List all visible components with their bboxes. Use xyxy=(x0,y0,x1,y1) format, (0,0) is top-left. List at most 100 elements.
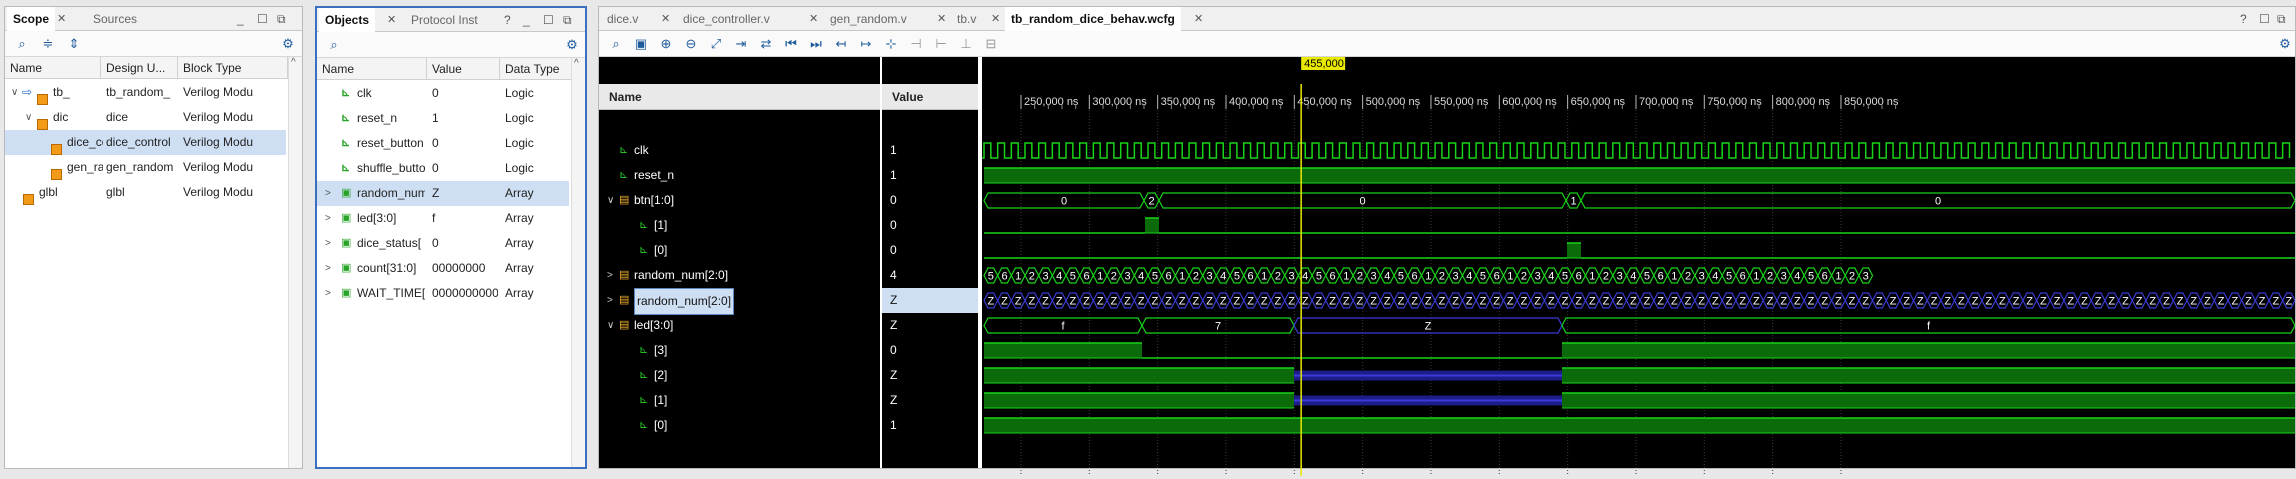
object-row[interactable]: ⊾clk0Logic xyxy=(317,81,569,106)
col-design-unit[interactable]: Design U... xyxy=(101,57,178,79)
object-row[interactable]: ⊾reset_n1Logic xyxy=(317,106,569,131)
scope-row[interactable]: ∨⇨tb_tb_random_Verilog Modu xyxy=(5,80,286,105)
snap-icon[interactable]: ⊟ xyxy=(982,35,1000,53)
object-row[interactable]: >▣count[31:0]00000000Array xyxy=(317,256,569,281)
gear-icon[interactable]: ⚙ xyxy=(563,36,581,54)
tab-tb-random-dice-behav-wcfg[interactable]: tb_random_dice_behav.wcfg xyxy=(1005,7,1181,31)
gear-icon[interactable]: ⚙ xyxy=(2276,35,2294,53)
tab-tb-v[interactable]: tb.v xyxy=(951,7,982,31)
object-row[interactable]: ⊾reset_button0Logic xyxy=(317,131,569,156)
search-icon[interactable]: ⌕ xyxy=(13,35,31,53)
search-icon[interactable]: ⌕ xyxy=(325,36,343,54)
chevron-right-icon[interactable]: > xyxy=(325,231,331,256)
signal-row[interactable]: ∨▤btn[1:0] xyxy=(599,188,880,213)
chevron-icon[interactable]: ∨ xyxy=(25,105,32,130)
chevron-right-icon[interactable]: > xyxy=(325,256,331,281)
signal-row[interactable]: >▤random_num[2:0] xyxy=(599,288,880,313)
chevron-right-icon[interactable]: > xyxy=(325,281,331,306)
tab-sources[interactable]: Sources xyxy=(87,7,143,31)
tab-dice-controller-v[interactable]: dice_controller.v xyxy=(677,7,776,31)
chevron-right-icon[interactable]: > xyxy=(325,181,331,206)
previous-marker-icon[interactable]: ⊣ xyxy=(907,35,925,53)
restore-icon[interactable]: ☐ xyxy=(543,8,554,32)
chevron-icon[interactable]: > xyxy=(607,288,613,313)
zoom-in-icon[interactable]: ⊕ xyxy=(657,35,675,53)
gear-icon[interactable]: ⚙ xyxy=(279,35,297,53)
col-value[interactable]: Value xyxy=(427,58,500,80)
random-num-z-bus-label: Z xyxy=(1739,296,1746,308)
save-icon[interactable]: ▣ xyxy=(632,35,650,53)
maximize-icon[interactable]: ⧉ xyxy=(563,8,572,32)
object-name: led[3:0] xyxy=(357,206,425,231)
scope-row[interactable]: dice_controldice_controlVerilog Modu xyxy=(5,130,286,155)
col-name[interactable]: Name xyxy=(317,58,427,80)
go-to-end-icon[interactable]: ⏭ xyxy=(807,35,825,53)
help-icon[interactable]: ? xyxy=(2240,7,2247,31)
scope-row[interactable]: ∨dicdiceVerilog Modu xyxy=(5,105,286,130)
signal-row[interactable]: ⊾[1] xyxy=(599,388,880,413)
next-marker-icon[interactable]: ⊢ xyxy=(932,35,950,53)
swap-cursors-icon[interactable]: ⇄ xyxy=(757,35,775,53)
restore-icon[interactable]: ☐ xyxy=(257,7,268,31)
zoom-out-icon[interactable]: ⊖ xyxy=(682,35,700,53)
signal-row[interactable]: ⊾[2] xyxy=(599,363,880,388)
close-icon[interactable]: ✕ xyxy=(387,8,396,32)
close-icon[interactable]: ✕ xyxy=(937,7,946,31)
previous-transition-icon[interactable]: ↤ xyxy=(832,35,850,53)
minimize-icon[interactable]: _ xyxy=(237,7,244,31)
tab-gen-random-v[interactable]: gen_random.v xyxy=(824,7,913,31)
col-data-type[interactable]: Data Type xyxy=(500,58,573,80)
close-icon[interactable]: ✕ xyxy=(1194,7,1203,31)
signal-row[interactable]: ⊾[3] xyxy=(599,338,880,363)
close-icon[interactable]: ✕ xyxy=(991,7,1000,31)
close-icon[interactable]: ✕ xyxy=(661,7,670,31)
tab-scope[interactable]: Scope xyxy=(7,7,55,31)
object-row[interactable]: >▣dice_status[0Array xyxy=(317,231,569,256)
chevron-icon[interactable]: ∨ xyxy=(607,313,614,338)
signal-row[interactable]: ⊾[0] xyxy=(599,238,880,263)
signal-row[interactable]: ⊾[0] xyxy=(599,413,880,438)
expand-all-icon[interactable]: ⇕ xyxy=(65,35,83,53)
objects-scrollbar[interactable]: ^ xyxy=(571,58,585,467)
signal-row[interactable]: >▤random_num[2:0] xyxy=(599,263,880,288)
swap-markers-icon[interactable]: ⊥ xyxy=(957,35,975,53)
go-to-start-icon[interactable]: ⏮ xyxy=(782,35,800,53)
minimize-icon[interactable]: _ xyxy=(523,8,530,32)
chevron-icon[interactable]: ∨ xyxy=(607,188,614,213)
signal-row[interactable]: ⊾clk xyxy=(599,138,880,163)
help-icon[interactable]: ? xyxy=(504,8,511,32)
random-num-bus-label: 4 xyxy=(1056,271,1062,283)
col-block-type[interactable]: Block Type xyxy=(178,57,288,79)
scope-row[interactable]: glblglblVerilog Modu xyxy=(5,180,286,205)
chevron-right-icon[interactable]: > xyxy=(325,206,331,231)
object-row[interactable]: >▣WAIT_TIME[0000000000Array xyxy=(317,281,569,306)
scope-scrollbar[interactable]: ^ xyxy=(288,57,302,468)
signal-row[interactable]: ⊾reset_n xyxy=(599,163,880,188)
maximize-icon[interactable]: ⧉ xyxy=(2277,7,2286,31)
scope-row[interactable]: gen_randomgen_randomVerilog Modu xyxy=(5,155,286,180)
waveform-area[interactable]: 250,000 ns300,000 ns350,000 ns400,000 ns… xyxy=(982,57,2295,468)
object-row[interactable]: >▣random_numZArray xyxy=(317,181,569,206)
tab-dice-v[interactable]: dice.v xyxy=(601,7,644,31)
tab-objects[interactable]: Objects xyxy=(319,8,375,32)
signal-row[interactable]: ∨▤led[3:0] xyxy=(599,313,880,338)
random-num-z-bus-label: Z xyxy=(1917,296,1924,308)
object-row[interactable]: >▣led[3:0]fArray xyxy=(317,206,569,231)
tab-protocol-inst[interactable]: Protocol Inst xyxy=(405,8,484,32)
next-transition-icon[interactable]: ↦ xyxy=(857,35,875,53)
chevron-icon[interactable]: ∨ xyxy=(11,80,18,105)
search-icon[interactable]: ⌕ xyxy=(607,35,625,53)
object-row[interactable]: ⊾shuffle_button0Logic xyxy=(317,156,569,181)
chevron-icon[interactable]: > xyxy=(607,263,613,288)
add-marker-icon[interactable]: ⊹ xyxy=(882,35,900,53)
maximize-icon[interactable]: ⧉ xyxy=(277,7,286,31)
close-icon[interactable]: ✕ xyxy=(57,7,66,31)
zoom-to-cursor-icon[interactable]: ⇥ xyxy=(732,35,750,53)
zoom-fit-icon[interactable]: ⤢ xyxy=(707,35,725,53)
signal-row[interactable]: ⊾[1] xyxy=(599,213,880,238)
collapse-all-icon[interactable]: ≑ xyxy=(39,35,57,53)
module-icon xyxy=(37,105,48,130)
close-icon[interactable]: ✕ xyxy=(809,7,818,31)
col-name[interactable]: Name xyxy=(5,57,101,79)
restore-icon[interactable]: ☐ xyxy=(2259,7,2270,31)
